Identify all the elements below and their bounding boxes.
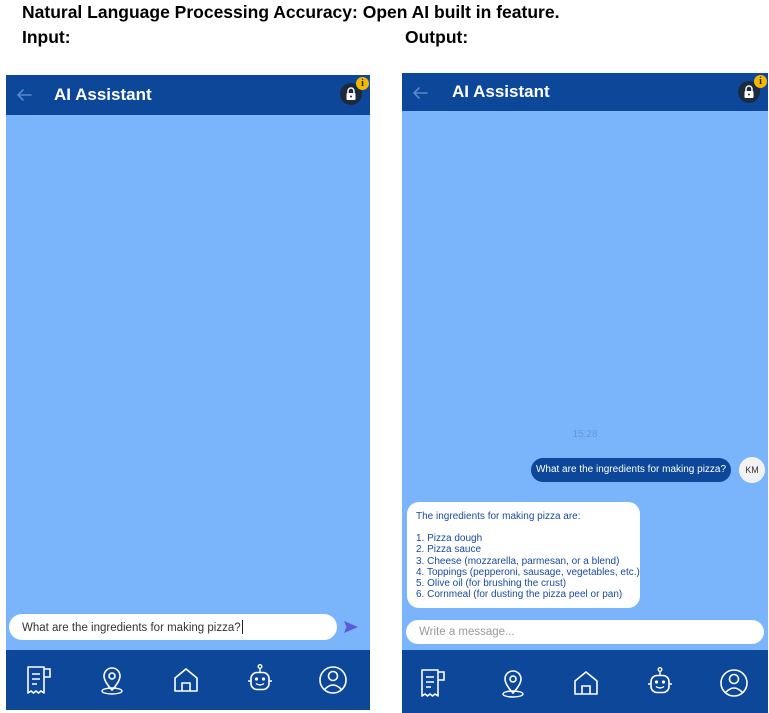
profile-icon xyxy=(319,666,347,694)
app-bar: AI Assistant i xyxy=(6,75,370,115)
info-badge[interactable]: i xyxy=(754,75,767,88)
app-title: AI Assistant xyxy=(452,82,550,101)
home-icon xyxy=(574,671,598,695)
list-item: 5. Olive oil (for brushing the crust) xyxy=(416,578,567,590)
nav-profile[interactable] xyxy=(316,663,350,697)
nav-location[interactable] xyxy=(496,666,530,700)
location-icon xyxy=(101,667,123,695)
message-input[interactable]: Write a message... xyxy=(406,620,764,644)
list-item: 2. Pizza sauce xyxy=(416,544,482,556)
list-item: 4. Toppings (pepperoni, sausage, vegetab… xyxy=(416,566,640,578)
text-cursor xyxy=(241,620,243,634)
assistant-message-bubble: The ingredients for making pizza are: 1.… xyxy=(407,502,640,608)
app-bar: AI Assistant i xyxy=(402,73,768,111)
bottom-nav xyxy=(6,650,370,710)
message-input-value: What are the ingredients for making pizz… xyxy=(22,622,241,634)
list-item: 6. Cornmeal (for dusting the pizza peel … xyxy=(416,589,623,601)
lock-icon xyxy=(744,85,754,98)
nav-receipt[interactable] xyxy=(416,666,450,700)
figure-title: Natural Language Processing Accuracy: Op… xyxy=(22,2,560,22)
bottom-nav xyxy=(402,650,768,713)
nav-assistant[interactable] xyxy=(643,666,677,700)
receipt-icon xyxy=(27,666,51,694)
robot-icon xyxy=(248,664,272,691)
output-label: Output: xyxy=(405,27,469,47)
list-item: 3. Cheese (mozzarella, parmesan, or a bl… xyxy=(416,555,620,567)
user-message-bubble: What are the ingredients for making pizz… xyxy=(531,458,731,482)
nav-home[interactable] xyxy=(169,663,203,697)
info-badge[interactable]: i xyxy=(356,77,369,90)
send-icon[interactable] xyxy=(343,620,359,634)
location-icon xyxy=(502,670,524,698)
app-title: AI Assistant xyxy=(54,85,152,104)
lock-button[interactable]: i xyxy=(340,77,369,105)
nav-home[interactable] xyxy=(569,666,603,700)
message-input[interactable]: What are the ingredients for making pizz… xyxy=(9,614,337,640)
input-screen: AI Assistant i What are the ingredients … xyxy=(6,75,370,710)
nav-receipt[interactable] xyxy=(22,663,56,697)
ingredient-list: 1. Pizza dough 2. Pizza sauce 3. Cheese … xyxy=(416,533,640,601)
input-label: Input: xyxy=(22,27,71,47)
user-avatar: KM xyxy=(739,457,765,483)
home-icon xyxy=(174,668,198,692)
lock-button[interactable]: i xyxy=(738,75,767,103)
profile-icon xyxy=(720,669,748,697)
output-screen: AI Assistant i 15:28 What are the ingred… xyxy=(402,73,768,713)
assistant-message-intro: The ingredients for making pizza are: xyxy=(416,511,581,522)
robot-icon xyxy=(648,667,672,694)
nav-location[interactable] xyxy=(95,663,129,697)
back-arrow-icon[interactable] xyxy=(412,86,428,100)
back-arrow-icon[interactable] xyxy=(16,88,32,102)
lock-icon xyxy=(346,87,356,100)
message-timestamp: 15:28 xyxy=(572,429,598,440)
list-item: 1. Pizza dough xyxy=(416,533,483,545)
receipt-icon xyxy=(421,669,445,697)
nav-profile[interactable] xyxy=(717,666,751,700)
nav-assistant[interactable] xyxy=(243,663,277,697)
